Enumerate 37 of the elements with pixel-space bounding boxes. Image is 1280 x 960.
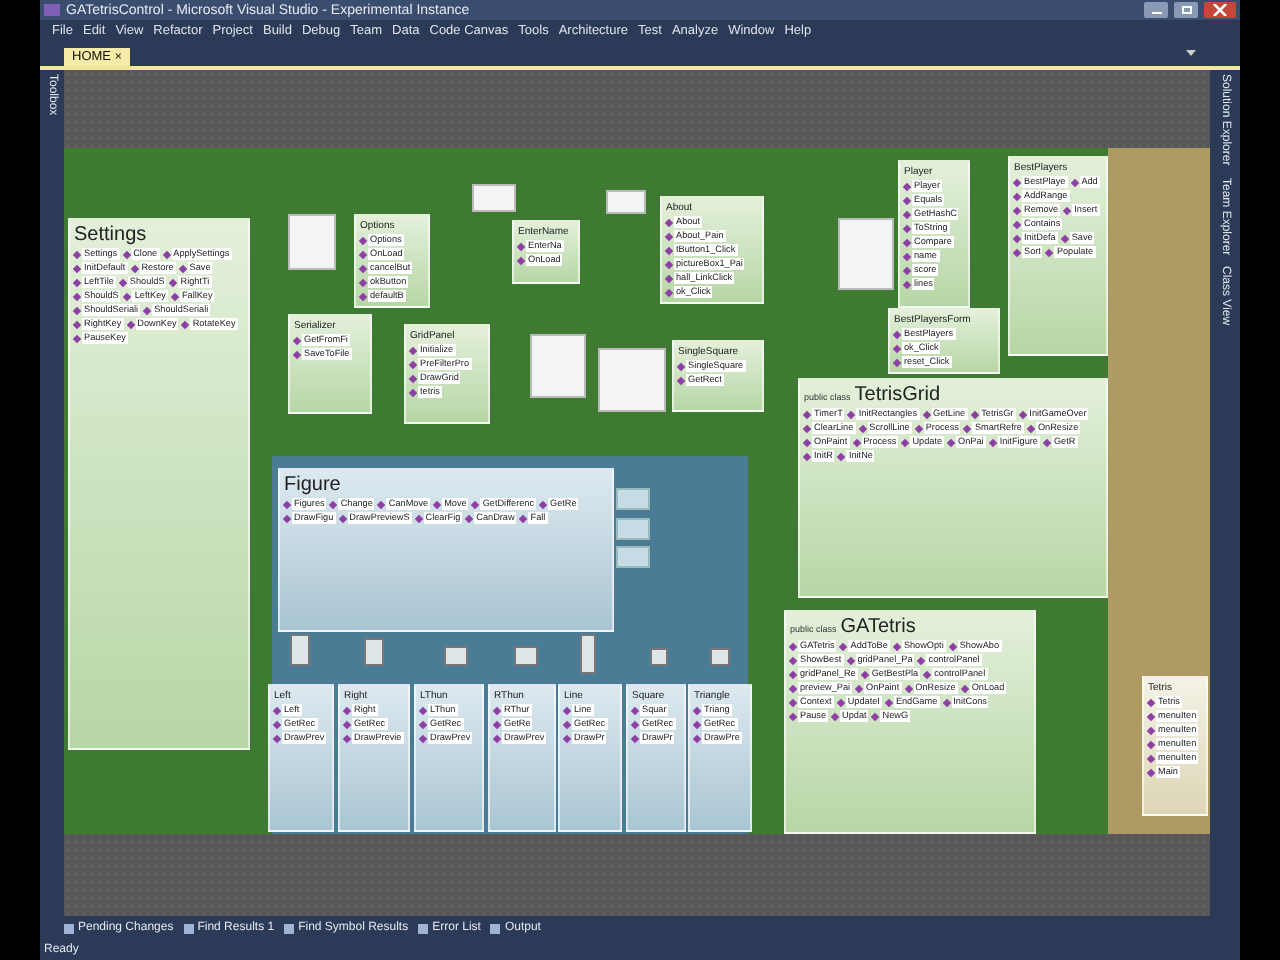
shape-thumbnail <box>580 634 596 674</box>
shape-thumbnail <box>650 648 668 666</box>
tool-window-icon <box>490 923 501 933</box>
method-icon <box>377 499 387 509</box>
shape-thumbnail <box>710 648 730 666</box>
method-icon <box>181 319 190 329</box>
form-thumbnail <box>288 214 336 270</box>
code-thumbnail <box>616 488 650 510</box>
class-title: Figure <box>284 474 341 496</box>
form-thumbnail <box>598 348 666 412</box>
tool-window-icon <box>418 923 429 933</box>
shape-thumbnail <box>364 638 384 666</box>
shape-thumbnail <box>290 634 310 666</box>
form-thumbnail <box>472 184 516 212</box>
method-icon <box>1070 177 1079 187</box>
maximize-button[interactable] <box>1174 2 1198 18</box>
method-icon <box>892 641 902 651</box>
code-thumbnail <box>616 518 650 540</box>
form-thumbnail <box>530 334 586 398</box>
method-icon <box>948 641 957 651</box>
form-thumbnail <box>606 190 646 214</box>
form-thumbnail <box>838 218 894 290</box>
method-icon <box>1063 205 1072 215</box>
class-title: Settings <box>74 224 147 246</box>
class-title: TetrisGrid <box>854 384 941 406</box>
code-thumbnail <box>616 546 650 568</box>
method-icon <box>988 437 997 447</box>
close-button[interactable] <box>1204 2 1236 18</box>
minimize-button[interactable] <box>1144 2 1168 18</box>
tool-window-icon <box>64 923 74 933</box>
class-title: GATetris <box>840 616 916 638</box>
app-icon <box>44 4 60 16</box>
tool-window-icon <box>183 923 194 933</box>
shape-thumbnail <box>444 646 468 666</box>
dropdown-icon[interactable] <box>1186 50 1196 56</box>
shape-thumbnail <box>514 646 538 666</box>
tool-window-icon <box>284 923 295 933</box>
